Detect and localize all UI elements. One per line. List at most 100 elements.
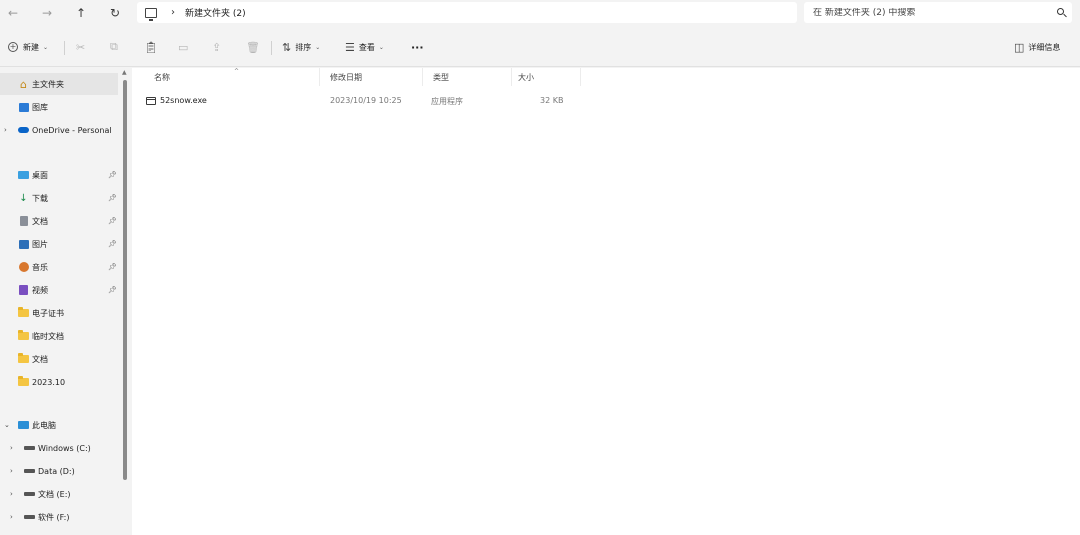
more-icon: ··· <box>411 40 424 54</box>
toolbar-divider <box>271 41 272 55</box>
sidebar-item-onedrive[interactable]: › OneDrive - Personal <box>0 119 118 141</box>
chevron-down-icon[interactable]: ⌄ <box>4 421 10 429</box>
sidebar-item-label: 下载 <box>32 193 48 203</box>
column-divider[interactable] <box>580 68 581 86</box>
column-header-date[interactable]: 修改日期 <box>330 72 362 83</box>
column-header-size[interactable]: 大小 <box>518 72 534 83</box>
view-list-icon: ☰ <box>345 40 355 54</box>
sidebar-item-folder[interactable]: 电子证书 <box>0 302 118 324</box>
drive-icon <box>24 489 35 499</box>
sidebar-item-desktop[interactable]: 桌面 📌︎ <box>0 164 118 186</box>
sidebar-item-label: 视频 <box>32 285 48 295</box>
paste-button[interactable]: 📋︎ <box>144 39 162 55</box>
sidebar-item-label: 图库 <box>32 102 48 112</box>
sidebar-item-drive[interactable]: › Data (D:) <box>0 460 118 482</box>
download-icon: ↓ <box>19 192 28 204</box>
chevron-right-icon[interactable]: › <box>10 513 13 521</box>
up-button[interactable]: ↑ <box>72 4 90 22</box>
sidebar-item-videos[interactable]: 视频 📌︎ <box>0 279 118 301</box>
pictures-icon <box>18 239 29 249</box>
refresh-button[interactable]: ↻ <box>106 4 124 22</box>
folder-icon <box>18 307 29 318</box>
pin-icon[interactable]: 📌︎ <box>108 240 117 248</box>
video-icon <box>18 285 29 295</box>
pin-icon[interactable]: 📌︎ <box>108 217 117 225</box>
sidebar-scrollbar[interactable]: ▲ <box>121 68 130 535</box>
pin-icon[interactable]: 📌︎ <box>108 263 117 271</box>
cut-button[interactable]: ✂ <box>76 39 89 55</box>
sidebar-item-documents[interactable]: 文档 📌︎ <box>0 210 118 232</box>
breadcrumb-separator: › <box>171 7 175 18</box>
file-size: 32 KB <box>540 96 564 105</box>
address-box[interactable]: › 新建文件夹 (2) <box>137 2 797 23</box>
gallery-icon <box>18 102 29 112</box>
new-button[interactable]: + 新建 ⌄ <box>8 39 48 55</box>
sidebar-item-home[interactable]: ⌂ 主文件夹 <box>0 73 118 95</box>
delete-button[interactable]: 🗑︎ <box>246 39 264 55</box>
share-button[interactable]: ⇪ <box>212 39 225 55</box>
forward-arrow-icon: → <box>41 6 53 20</box>
computer-icon <box>145 7 157 21</box>
sidebar-item-label: 主文件夹 <box>32 79 64 89</box>
home-icon: ⌂ <box>20 77 27 91</box>
sidebar-item-label: 桌面 <box>32 170 48 180</box>
sidebar-item-label: Data (D:) <box>38 466 75 476</box>
forward-button[interactable]: → <box>38 4 56 22</box>
sort-icon: ⇅ <box>282 40 292 54</box>
sidebar-item-gallery[interactable]: 图库 <box>0 96 118 118</box>
pin-icon[interactable]: 📌︎ <box>108 286 117 294</box>
sort-label: 排序 <box>295 42 312 52</box>
sidebar-item-music[interactable]: 音乐 📌︎ <box>0 256 118 278</box>
breadcrumb-current-folder[interactable]: 新建文件夹 (2) <box>185 6 246 19</box>
chevron-right-icon[interactable]: › <box>10 467 13 475</box>
sidebar-item-this-pc[interactable]: ⌄ 此电脑 <box>0 414 118 436</box>
more-options-button[interactable]: ··· <box>411 39 424 55</box>
chevron-down-icon: ⌄ <box>43 43 49 51</box>
file-type: 应用程序 <box>431 97 463 106</box>
chevron-right-icon[interactable]: › <box>10 490 13 498</box>
column-divider[interactable] <box>319 68 320 86</box>
music-icon <box>18 262 29 272</box>
file-list: ^ 名称 修改日期 类型 大小 52snow.exe 2023/10/19 10… <box>132 68 1080 535</box>
sidebar-item-pictures[interactable]: 图片 📌︎ <box>0 233 118 255</box>
sort-ascending-icon: ^ <box>234 68 240 75</box>
toolbar-divider <box>64 41 65 55</box>
scrollbar-thumb[interactable] <box>123 80 127 480</box>
search-input[interactable] <box>813 7 1043 18</box>
column-divider[interactable] <box>422 68 423 86</box>
sidebar-item-label: 软件 (F:) <box>38 512 70 522</box>
sidebar-item-label: 图片 <box>32 239 48 249</box>
sidebar-item-drive[interactable]: › 文档 (E:) <box>0 483 118 505</box>
column-header-name[interactable]: 名称 <box>154 72 170 83</box>
copy-button[interactable]: ⧉ <box>110 39 122 55</box>
sidebar-item-drive[interactable]: › 软件 (F:) <box>0 506 118 528</box>
sidebar-item-drive[interactable]: › Windows (C:) <box>0 437 118 459</box>
chevron-down-icon: ⌄ <box>378 43 384 51</box>
scroll-up-icon[interactable]: ▲ <box>122 69 127 76</box>
sidebar-item-label: 此电脑 <box>32 420 56 430</box>
chevron-right-icon[interactable]: › <box>4 126 7 134</box>
sidebar-item-downloads[interactable]: ↓ 下载 📌︎ <box>0 187 118 209</box>
back-button[interactable]: ← <box>4 4 22 22</box>
sidebar-item-folder[interactable]: 临时文档 <box>0 325 118 347</box>
pin-icon[interactable]: 📌︎ <box>108 171 117 179</box>
new-label: 新建 <box>23 42 39 52</box>
sidebar-item-folder[interactable]: 文档 <box>0 348 118 370</box>
up-arrow-icon: ↑ <box>75 6 87 20</box>
pin-icon[interactable]: 📌︎ <box>108 194 117 202</box>
address-bar-row: ← → ↑ ↻ › 新建文件夹 (2) <box>0 0 1080 27</box>
search-box[interactable] <box>804 2 1072 23</box>
chevron-right-icon[interactable]: › <box>10 444 13 452</box>
sidebar-item-label: Windows (C:) <box>38 443 91 453</box>
column-divider[interactable] <box>511 68 512 86</box>
file-row[interactable]: 52snow.exe 2023/10/19 10:25 应用程序 32 KB <box>132 94 1080 110</box>
sidebar-item-folder[interactable]: 2023.10 <box>0 371 118 393</box>
sidebar-item-label: OneDrive - Personal <box>32 125 112 135</box>
details-pane-button[interactable]: ◫ 详细信息 <box>1014 39 1060 55</box>
column-header-type[interactable]: 类型 <box>433 72 449 83</box>
sort-button[interactable]: ⇅ 排序 ⌄ <box>282 39 320 55</box>
rename-button[interactable]: ▭ <box>178 39 192 55</box>
view-button[interactable]: ☰ 查看 ⌄ <box>345 39 384 55</box>
share-icon: ⇪ <box>212 40 222 54</box>
drive-icon <box>24 512 35 522</box>
